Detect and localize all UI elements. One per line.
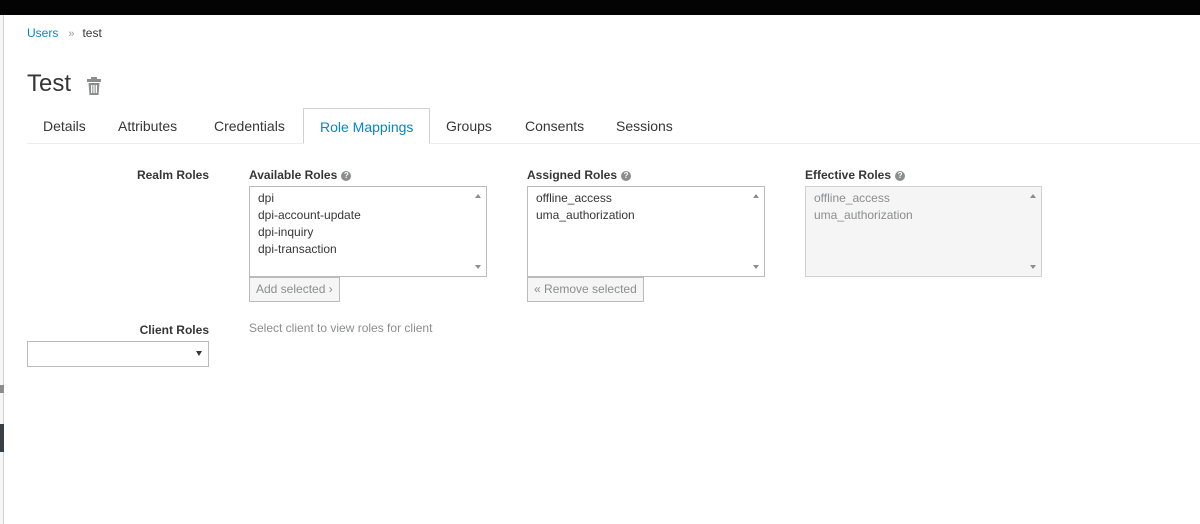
breadcrumb-users-link[interactable]: Users	[27, 26, 58, 40]
tab-details[interactable]: Details	[27, 108, 102, 143]
list-item[interactable]: dpi-account-update	[258, 207, 486, 224]
trash-icon[interactable]	[86, 76, 102, 96]
tab-sessions[interactable]: Sessions	[600, 108, 689, 143]
assigned-roles-list[interactable]: offline_access uma_authorization	[527, 186, 765, 277]
tab-role-mappings[interactable]: Role Mappings	[303, 108, 431, 144]
scroll-up-icon	[1030, 194, 1036, 198]
scroll-down-icon[interactable]	[753, 265, 759, 269]
chevron-left-icon: «	[534, 282, 541, 296]
caret-down-icon	[196, 351, 202, 356]
remove-selected-button[interactable]: « Remove selected	[527, 277, 644, 302]
assigned-roles-heading: Assigned Roles?	[527, 168, 632, 182]
tab-bar: Details Attributes Credentials Role Mapp…	[27, 108, 1200, 144]
add-selected-label: Add selected	[256, 282, 326, 296]
breadcrumb: Users » test	[27, 26, 102, 40]
available-roles-list[interactable]: dpi dpi-account-update dpi-inquiry dpi-t…	[249, 186, 487, 277]
sidebar-marker	[0, 424, 4, 452]
list-item[interactable]: dpi	[258, 190, 486, 207]
page-title: Test	[27, 70, 72, 97]
list-scrollbar	[1025, 187, 1041, 276]
scroll-up-icon[interactable]	[475, 194, 481, 198]
list-item[interactable]: uma_authorization	[536, 207, 764, 224]
scroll-down-icon	[1030, 265, 1036, 269]
realm-roles-label: Realm Roles	[136, 168, 209, 182]
list-item: uma_authorization	[814, 208, 913, 222]
help-icon[interactable]: ?	[895, 171, 906, 181]
top-bar	[0, 0, 1200, 15]
scroll-down-icon[interactable]	[475, 265, 481, 269]
scroll-up-icon[interactable]	[753, 194, 759, 198]
add-selected-button[interactable]: Add selected ›	[249, 277, 340, 302]
tab-consents[interactable]: Consents	[509, 108, 600, 143]
help-icon[interactable]: ?	[341, 171, 352, 181]
tab-attributes[interactable]: Attributes	[102, 108, 193, 143]
chevron-right-icon: ›	[328, 282, 333, 296]
list-scrollbar[interactable]	[470, 187, 486, 276]
client-roles-label: Client Roles	[139, 323, 209, 337]
help-icon[interactable]: ?	[621, 171, 632, 181]
list-item[interactable]: dpi-transaction	[258, 241, 486, 258]
breadcrumb-separator: »	[68, 28, 75, 40]
breadcrumb-current: test	[82, 26, 102, 40]
remove-selected-label: Remove selected	[544, 282, 637, 296]
client-select[interactable]	[27, 341, 209, 367]
effective-roles-label: Effective Roles	[805, 168, 892, 182]
effective-roles-list: offline_access uma_authorization	[805, 186, 1042, 277]
available-roles-label: Available Roles	[249, 168, 338, 182]
list-item[interactable]: offline_access	[536, 190, 764, 207]
list-item: offline_access	[814, 191, 890, 205]
list-item[interactable]: dpi-inquiry	[258, 224, 486, 241]
tab-credentials[interactable]: Credentials	[198, 108, 301, 143]
list-scrollbar[interactable]	[748, 187, 764, 276]
available-roles-heading: Available Roles?	[249, 168, 352, 182]
tab-groups[interactable]: Groups	[430, 108, 508, 143]
effective-roles-heading: Effective Roles?	[805, 168, 906, 182]
sidebar-marker	[0, 385, 4, 393]
assigned-roles-label: Assigned Roles	[527, 168, 618, 182]
client-roles-hint: Select client to view roles for client	[249, 321, 433, 335]
